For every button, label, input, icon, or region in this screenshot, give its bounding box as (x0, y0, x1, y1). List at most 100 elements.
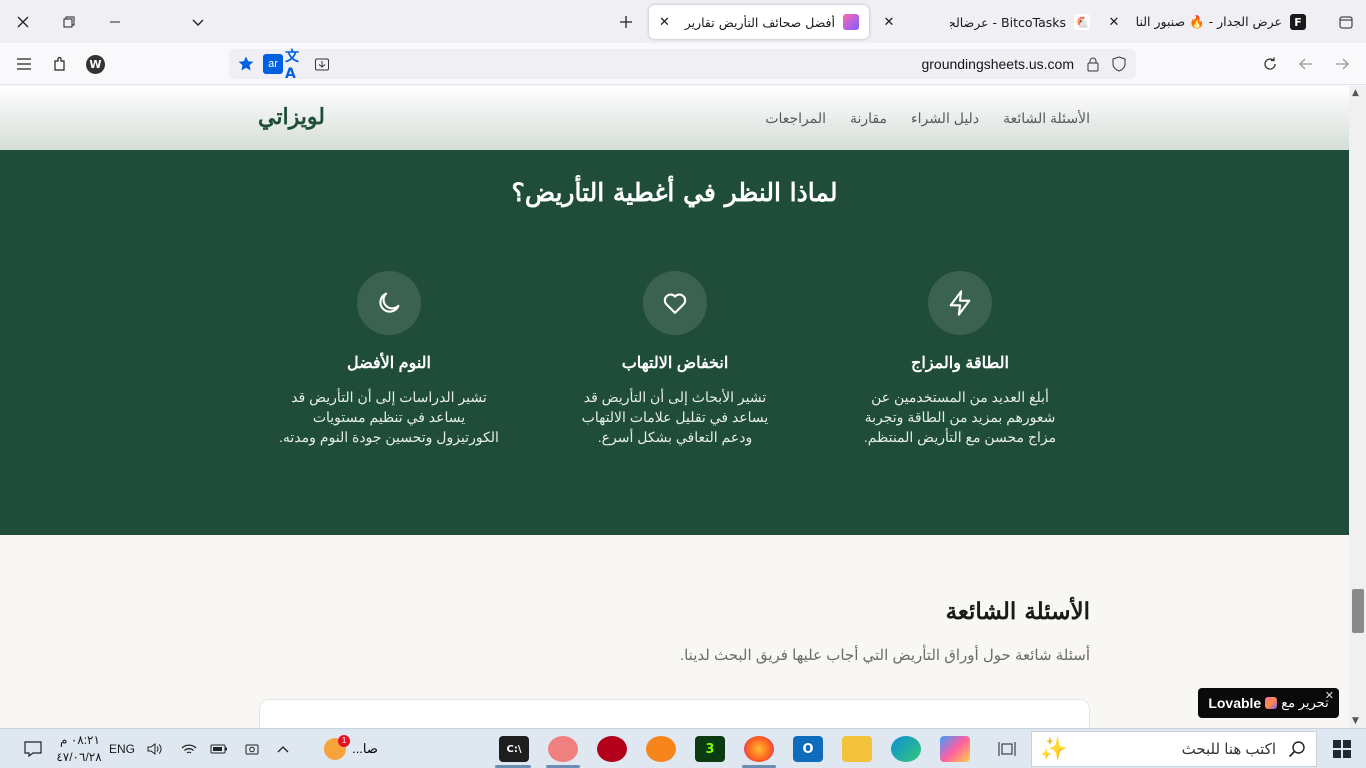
faq-subtitle: أسئلة شائعة حول أوراق التأريض التي أجاب … (679, 647, 1090, 664)
taskbar-app-copilot[interactable] (940, 733, 970, 765)
language-badge[interactable]: ar (263, 54, 283, 74)
tab-grounding-sheets[interactable]: أفضل صحائف التأريض تقارير المت ✕ (649, 5, 869, 39)
cmd-icon: C:\ (499, 736, 529, 762)
lovable-logo-icon (1265, 697, 1278, 709)
copilot-icon (940, 736, 970, 762)
lovable-label: تحرير مع (1281, 695, 1329, 710)
minimize-icon (110, 21, 120, 22)
taskbar-app-snipping[interactable] (548, 733, 578, 765)
feature-title: انخفاض الالتهاب (621, 355, 729, 372)
vertical-scrollbar[interactable]: ▲ ▼ (1349, 86, 1366, 728)
weather-icon: 1 (324, 735, 351, 760)
task-view-button[interactable] (992, 733, 1022, 765)
why-section: لماذا النظر في أغطية التأريض؟ الطاقة وال… (0, 150, 1349, 535)
taskbar-app-terminal-green[interactable]: 3 (695, 733, 725, 765)
bookmark-star-icon[interactable] (235, 53, 257, 75)
menu-button[interactable] (12, 52, 36, 76)
nav-link-buying-guide[interactable]: دليل الشراء (911, 110, 979, 127)
chevron-up-icon (277, 746, 289, 753)
taskbar-app-cmd[interactable]: C:\ (499, 733, 529, 765)
show-hidden-icons-button[interactable] (272, 733, 294, 765)
nav-link-reviews[interactable]: المراجعات (765, 110, 826, 127)
url-bar[interactable]: ar 文A groundingsheets.us.com (229, 49, 1136, 82)
tracking-shield-icon[interactable] (1110, 55, 1128, 73)
close-badge-icon[interactable]: ✕ (1325, 689, 1334, 702)
heart-icon (663, 293, 687, 314)
lovable-brand: Lovable (1208, 695, 1262, 711)
battery-icon[interactable] (208, 733, 230, 765)
feature-inflammation: انخفاض الالتهاب تشير الأبحاث إلى أن التأ… (545, 271, 805, 447)
folder-icon (842, 736, 872, 762)
chat-bubble-icon (24, 741, 42, 757)
translate-icon[interactable]: 文A (285, 49, 307, 82)
close-tab-button[interactable]: ✕ (878, 10, 900, 34)
close-tab-button[interactable]: ✕ (1103, 10, 1125, 34)
shield-app-icon (597, 736, 627, 762)
app-label: صا... (352, 741, 378, 756)
search-icon (1288, 741, 1305, 758)
why-title: لماذا النظر في أغطية التأريض؟ (511, 178, 838, 207)
feature-title: الطاقة والمزاج (911, 355, 1009, 372)
site-logo[interactable]: لويزاتي (258, 104, 325, 130)
list-tabs-button[interactable] (186, 10, 210, 34)
nav-link-comparison[interactable]: مقارنة (850, 110, 887, 127)
faq-accordion[interactable] (259, 699, 1090, 728)
scissors-icon (548, 736, 578, 762)
wordpress-extension-icon[interactable]: W (86, 55, 105, 74)
feature-title: النوم الأفضل (347, 355, 431, 372)
taskbar-app-metamask[interactable] (646, 733, 676, 765)
download-icon[interactable] (311, 53, 333, 75)
taskbar-app-explorer[interactable] (842, 733, 872, 765)
feature-icon-circle (643, 271, 707, 335)
minimize-window-button[interactable] (92, 0, 138, 43)
feature-icon-circle (928, 271, 992, 335)
faq-title: الأسئلة الشائعة (945, 598, 1090, 625)
moon-icon (379, 292, 400, 313)
lightning-icon (949, 290, 971, 316)
restore-window-button[interactable] (46, 0, 92, 43)
volume-icon[interactable] (144, 733, 166, 765)
tab-title: BitcoTasks - عرضالجدار (950, 14, 1066, 30)
tab-bitcotasks[interactable]: 🐔 BitcoTasks - عرضالجدار (940, 5, 1100, 39)
outlook-icon: O (793, 736, 823, 762)
lock-icon[interactable] (1084, 55, 1102, 73)
feature-description: أبلغ العديد من المستخدمين عن شعورهم بمزي… (863, 389, 1057, 445)
forward-button[interactable] (1330, 52, 1354, 76)
scroll-down-icon[interactable]: ▼ (1352, 716, 1359, 726)
plus-icon (620, 16, 632, 28)
firefox-view-button[interactable] (1334, 10, 1358, 34)
edit-with-lovable-badge[interactable]: تحرير مع Lovable ✕ (1198, 688, 1339, 718)
taskbar-app-edge[interactable] (891, 733, 921, 765)
tab-bar: أفضل صحائف التأريض تقارير المت ✕ ✕ 🐔 Bit… (0, 0, 1366, 43)
nav-link-faq[interactable]: الأسئلة الشائعة (1003, 110, 1090, 127)
back-button[interactable] (1294, 52, 1318, 76)
reload-button[interactable] (1258, 52, 1282, 76)
close-tab-icon[interactable]: ✕ (659, 15, 670, 30)
copilot-sparkle-icon[interactable]: ✨ (1040, 736, 1067, 762)
extensions-button[interactable] (48, 52, 72, 76)
navigation-toolbar: W ar 文A groundingsheets.us.com (0, 43, 1366, 85)
arrow-right-icon (1336, 58, 1349, 70)
taskbar-app-firefox[interactable] (744, 733, 774, 765)
firefox-view-icon (1339, 16, 1353, 29)
tray-camera-icon[interactable] (242, 733, 262, 765)
clock-date[interactable]: ٤٧/٠٦/٢٨ (56, 750, 102, 764)
start-button[interactable] (1324, 733, 1360, 765)
taskbar-search[interactable]: اكتب هنا للبحث ✨ (1031, 731, 1317, 767)
new-tab-button[interactable] (614, 10, 638, 34)
scroll-up-icon[interactable]: ▲ (1352, 88, 1359, 98)
taskbar-app-outlook[interactable]: O (793, 733, 823, 765)
site-nav: الأسئلة الشائعة دليل الشراء مقارنة المرا… (765, 110, 1090, 127)
taskbar-app-weather[interactable]: صا... 1 (316, 733, 386, 765)
notification-center-button[interactable] (20, 733, 46, 765)
scrollbar-thumb[interactable] (1352, 589, 1364, 633)
keyboard-language[interactable]: ENG (109, 742, 135, 756)
web-page: لويزاتي الأسئلة الشائعة دليل الشراء مقار… (0, 86, 1349, 728)
tab-faucet-wall[interactable]: F عرض الجدار - 🔥 صنبور النار 🔥 (1126, 5, 1316, 39)
taskbar-app-security[interactable] (597, 733, 627, 765)
close-icon (17, 16, 29, 27)
wifi-icon[interactable] (178, 733, 200, 765)
close-window-button[interactable] (0, 0, 46, 43)
fox-icon (646, 736, 676, 762)
clock-time[interactable]: ٠٨:٢١ م (58, 733, 102, 747)
